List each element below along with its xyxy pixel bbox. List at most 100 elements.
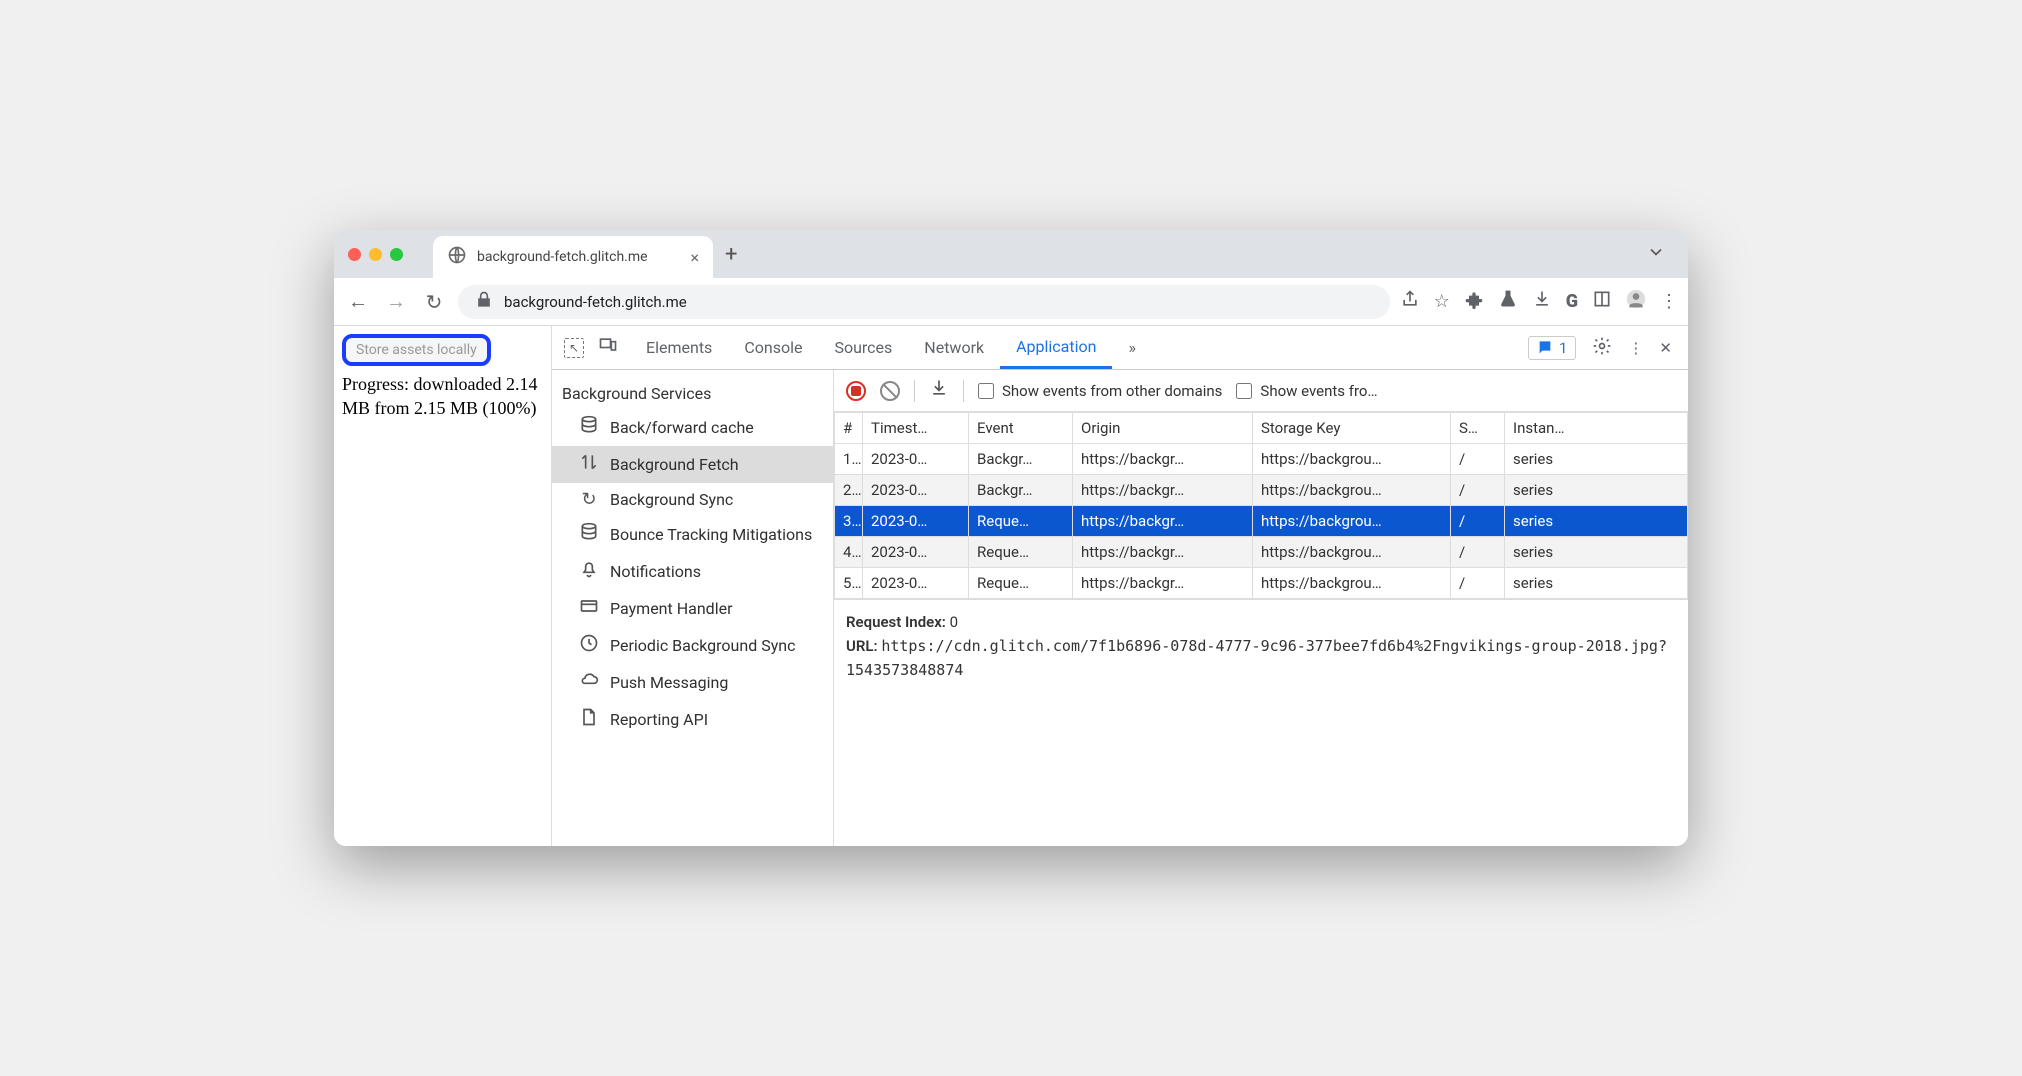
reader-icon[interactable] — [1592, 289, 1612, 314]
record-button[interactable] — [846, 381, 866, 401]
checkbox-label: Show events fro… — [1260, 382, 1377, 400]
tab-sources[interactable]: Sources — [818, 326, 908, 369]
table-cell: 2. — [835, 475, 863, 506]
table-cell: 1. — [835, 444, 863, 475]
col-instance[interactable]: Instan… — [1505, 413, 1688, 444]
table-row[interactable]: 5.2023-0…Reque…https://backgr…https://ba… — [835, 568, 1688, 599]
sidebar-item-periodic-sync[interactable]: Periodic Background Sync — [552, 627, 833, 664]
forward-button[interactable]: → — [382, 289, 410, 314]
table-cell: 2023-0… — [863, 475, 969, 506]
flask-icon[interactable] — [1498, 289, 1518, 314]
table-cell: https://backgrou… — [1253, 506, 1451, 537]
share-icon[interactable] — [1400, 289, 1420, 314]
checkbox-label: Show events from other domains — [1002, 382, 1222, 400]
maximize-window-button[interactable] — [390, 248, 403, 261]
tab-application[interactable]: Application — [1000, 326, 1112, 369]
devtools-content: Show events from other domains Show even… — [834, 370, 1688, 846]
window-controls — [348, 248, 403, 261]
download-icon[interactable] — [1532, 289, 1552, 314]
table-cell: Backgr… — [969, 444, 1073, 475]
devtools-panel: ↖ Elements Console Sources Network Appli… — [552, 326, 1688, 846]
show-other-domains-checkbox[interactable]: Show events from other domains — [978, 382, 1222, 400]
menu-icon[interactable]: ⋮ — [1660, 291, 1678, 312]
sidebar-item-notifications[interactable]: Notifications — [552, 553, 833, 590]
table-cell: https://backgr… — [1073, 506, 1253, 537]
back-button[interactable]: ← — [344, 289, 372, 314]
col-origin[interactable]: Origin — [1073, 413, 1253, 444]
store-assets-button[interactable]: Store assets locally — [342, 334, 491, 366]
bell-icon — [578, 559, 600, 584]
devtools-tabbar: ↖ Elements Console Sources Network Appli… — [552, 326, 1688, 370]
table-row[interactable]: 4.2023-0…Reque…https://backgr…https://ba… — [835, 537, 1688, 568]
close-window-button[interactable] — [348, 248, 361, 261]
sidebar-item-reporting-api[interactable]: Reporting API — [552, 701, 833, 738]
table-row[interactable]: 1.2023-0…Backgr…https://backgr…https://b… — [835, 444, 1688, 475]
col-storage-key[interactable]: Storage Key — [1253, 413, 1451, 444]
sidebar-item-label: Reporting API — [610, 710, 708, 729]
minimize-window-button[interactable] — [369, 248, 382, 261]
issues-count: 1 — [1559, 339, 1567, 357]
transfer-icon — [578, 452, 600, 477]
table-cell: https://backgrou… — [1253, 537, 1451, 568]
table-cell: / — [1451, 444, 1505, 475]
url-value: https://cdn.glitch.com/7f1b6896-078d-477… — [846, 637, 1667, 679]
table-cell: https://backgr… — [1073, 568, 1253, 599]
sidebar-item-label: Bounce Tracking Mitigations — [610, 525, 812, 544]
divider — [914, 380, 915, 402]
sidebar-item-label: Periodic Background Sync — [610, 636, 795, 655]
toolbar-icons: ☆ G ⋮ — [1400, 289, 1678, 314]
sidebar-item-payment-handler[interactable]: Payment Handler — [552, 590, 833, 627]
tab-network[interactable]: Network — [908, 326, 1000, 369]
sidebar-item-background-sync[interactable]: ↻ Background Sync — [552, 483, 833, 516]
col-number[interactable]: # — [835, 413, 863, 444]
table-cell: Reque… — [969, 506, 1073, 537]
tab-console[interactable]: Console — [728, 326, 818, 369]
download-button[interactable] — [929, 378, 949, 403]
reload-button[interactable]: ↻ — [420, 290, 448, 314]
gear-icon[interactable] — [1592, 336, 1612, 360]
sidebar-item-bounce-tracking[interactable]: Bounce Tracking Mitigations — [552, 516, 833, 553]
sidebar-item-push-messaging[interactable]: Push Messaging — [552, 664, 833, 701]
google-icon[interactable]: G — [1566, 291, 1578, 312]
inspect-icon[interactable]: ↖ — [564, 338, 584, 358]
clock-icon — [578, 633, 600, 658]
close-tab-icon[interactable]: × — [690, 248, 699, 267]
request-index-label: Request Index: — [846, 613, 946, 631]
table-row[interactable]: 3.2023-0…Reque…https://backgr…https://ba… — [835, 506, 1688, 537]
cloud-icon — [578, 670, 600, 695]
new-tab-button[interactable]: + — [725, 242, 737, 267]
extensions-icon[interactable] — [1464, 289, 1484, 314]
col-event[interactable]: Event — [969, 413, 1073, 444]
table-cell: series — [1505, 568, 1688, 599]
issues-badge[interactable]: 1 — [1528, 336, 1576, 360]
checkbox-input[interactable] — [978, 383, 994, 399]
sidebar-item-background-fetch[interactable]: Background Fetch — [552, 446, 833, 483]
profile-icon[interactable] — [1626, 289, 1646, 314]
table-header-row: # Timest… Event Origin Storage Key S… In… — [835, 413, 1688, 444]
star-icon[interactable]: ☆ — [1434, 291, 1450, 312]
col-scope[interactable]: S… — [1451, 413, 1505, 444]
url-input[interactable]: background-fetch.glitch.me — [458, 285, 1390, 319]
sidebar-item-back-forward-cache[interactable]: Back/forward cache — [552, 409, 833, 446]
table-row[interactable]: 2.2023-0…Backgr…https://backgr…https://b… — [835, 475, 1688, 506]
tab-title: background-fetch.glitch.me — [477, 249, 648, 265]
table-cell: 3. — [835, 506, 863, 537]
close-devtools-icon[interactable]: ✕ — [1659, 339, 1672, 357]
chevron-down-icon[interactable] — [1646, 242, 1666, 266]
globe-icon — [447, 245, 467, 269]
device-toolbar-icon[interactable] — [598, 335, 618, 360]
page-content: Store assets locally Progress: downloade… — [334, 326, 552, 846]
table-cell: https://backgrou… — [1253, 444, 1451, 475]
show-events-from-checkbox[interactable]: Show events fro… — [1236, 382, 1377, 400]
browser-tab[interactable]: background-fetch.glitch.me × — [433, 236, 713, 278]
table-cell: series — [1505, 475, 1688, 506]
sidebar-item-label: Background Sync — [610, 490, 733, 509]
table-cell: 2023-0… — [863, 444, 969, 475]
tab-elements[interactable]: Elements — [630, 326, 728, 369]
clear-button[interactable] — [880, 381, 900, 401]
col-timestamp[interactable]: Timest… — [863, 413, 969, 444]
tab-more[interactable]: » — [1112, 326, 1152, 369]
table-cell: 5. — [835, 568, 863, 599]
checkbox-input[interactable] — [1236, 383, 1252, 399]
kebab-icon[interactable]: ⋮ — [1628, 339, 1643, 357]
